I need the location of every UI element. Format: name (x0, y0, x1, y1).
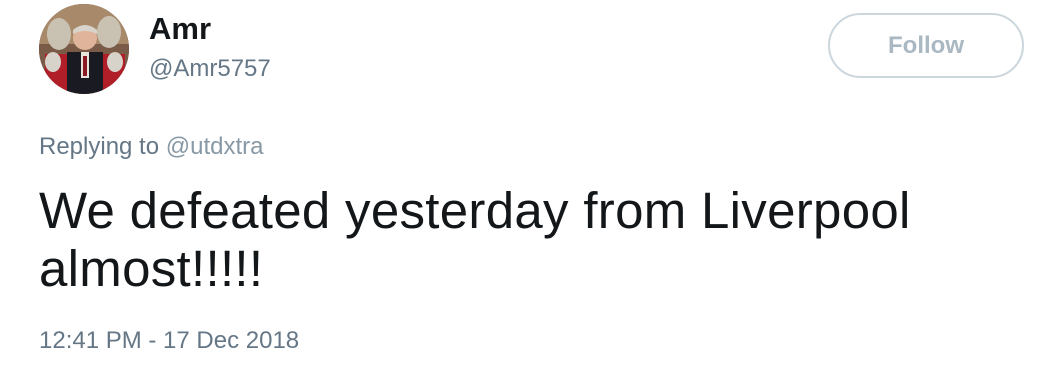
avatar[interactable] (39, 4, 129, 94)
tweet-text: We defeated yesterday from Liverpool alm… (39, 182, 911, 297)
follow-button[interactable]: Follow (828, 13, 1024, 78)
reply-mention-link[interactable]: @utdxtra (166, 133, 264, 160)
avatar-image (39, 4, 129, 94)
tweet-card: Amr @Amr5757 Follow Replying to @utdxtra… (0, 0, 1049, 382)
display-name[interactable]: Amr (149, 10, 211, 48)
reply-context-label: Replying to (39, 133, 160, 160)
reply-context: Replying to @utdxtra (39, 130, 263, 164)
user-handle[interactable]: @Amr5757 (149, 52, 271, 86)
tweet-timestamp[interactable]: 12:41 PM - 17 Dec 2018 (39, 324, 299, 358)
